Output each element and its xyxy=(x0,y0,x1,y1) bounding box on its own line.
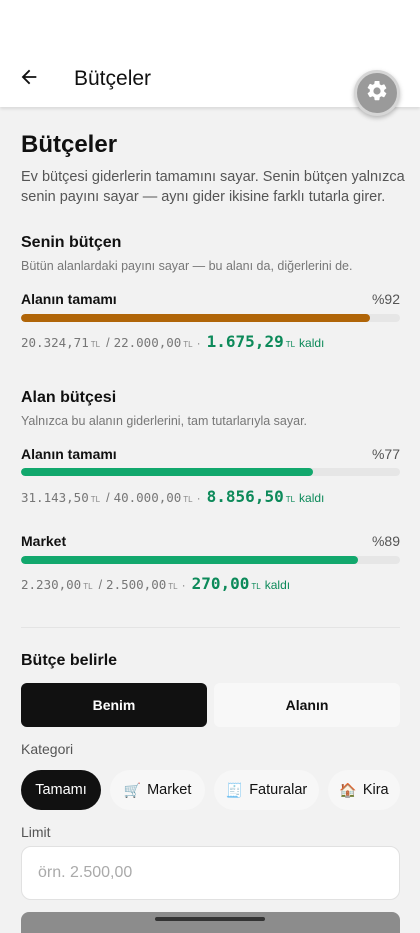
cart-icon: 🛒 xyxy=(123,781,142,798)
category-label: Kategori xyxy=(21,741,74,757)
back-button[interactable] xyxy=(14,64,44,94)
chip-label: Kira xyxy=(362,782,389,798)
submit-button[interactable] xyxy=(21,912,400,933)
currency-label: TL xyxy=(90,495,101,504)
chip-label: Market xyxy=(147,782,192,798)
currency-label: TL xyxy=(251,582,261,591)
category-chip-bills[interactable]: 🧾 Faturalar xyxy=(214,770,319,810)
budget-progress-fill xyxy=(21,468,313,476)
house-icon: 🏠 xyxy=(339,781,357,798)
limit-amount: 40.000,00 xyxy=(113,490,182,505)
page-title: Bütçeler xyxy=(21,131,118,158)
budget-row-percent: %89 xyxy=(371,533,400,549)
budget-row-percent: %92 xyxy=(371,291,400,307)
budget-amounts: 31.143,50 TL / 40.000,00 TL · 8.856,50 TL ka… xyxy=(21,487,325,506)
gesture-handle xyxy=(155,917,265,921)
space-budget-subtitle: Yalnızca bu alanın giderlerini, tam tuta… xyxy=(21,414,308,428)
currency-label: TL xyxy=(183,340,193,349)
space-budget-title: Alan bütçesi xyxy=(21,389,117,406)
currency-label: TL xyxy=(285,340,296,349)
currency-label: TL xyxy=(183,495,193,504)
personal-budget-title: Senin bütçen xyxy=(21,234,122,251)
limit-input[interactable] xyxy=(21,846,400,900)
limit-amount: 22.000,00 xyxy=(113,335,182,350)
category-chip-rent[interactable]: 🏠 Kira xyxy=(328,770,400,810)
content: Bütçeler Ev bütçesi giderlerin tamamını … xyxy=(0,107,420,933)
currency-label: TL xyxy=(83,582,93,591)
currency-label: TL xyxy=(90,340,101,349)
currency-label: TL xyxy=(285,495,296,504)
budget-row-percent: %77 xyxy=(371,446,400,462)
chip-label: Faturalar xyxy=(249,782,308,798)
segment-mine[interactable]: Benim xyxy=(21,683,207,727)
segment-space[interactable]: Alanın xyxy=(214,683,400,727)
arrow-left-icon xyxy=(18,66,40,93)
budget-progress-fill xyxy=(21,314,370,322)
category-chip-market[interactable]: 🛒 Market xyxy=(110,770,205,810)
budget-progress-bar xyxy=(21,556,400,564)
spent-amount: 31.143,50 xyxy=(21,490,89,505)
settings-button[interactable] xyxy=(354,70,400,116)
receipt-icon: 🧾 xyxy=(225,781,244,798)
budget-progress-bar xyxy=(21,314,400,322)
remaining-word: kaldı xyxy=(299,491,325,505)
spent-amount: 2.230,00 xyxy=(21,577,82,592)
intro-text: Ev bütçesi giderlerin tamamını sayar. Se… xyxy=(21,169,405,205)
remaining-word: kaldı xyxy=(299,336,325,350)
set-budget-title: Bütçe belirle xyxy=(21,652,118,669)
currency-label: TL xyxy=(168,582,178,591)
budget-row-label: Alanın tamamı xyxy=(21,291,117,307)
appbar-title: Bütçeler xyxy=(74,67,152,90)
budget-progress-fill xyxy=(21,556,359,564)
remaining-amount: 8.856,50 xyxy=(206,487,284,506)
gear-icon xyxy=(365,79,389,108)
divider xyxy=(21,627,400,628)
remaining-word: kaldı xyxy=(264,578,291,592)
budget-row-label: Alanın tamamı xyxy=(21,446,117,462)
budget-amounts: 2.230,00 TL / 2.500,00 TL · 270,00 TL kaldı xyxy=(21,574,291,593)
budget-progress-bar xyxy=(21,468,400,476)
remaining-amount: 270,00 xyxy=(191,574,250,593)
chip-label: Tamamı xyxy=(35,782,87,798)
limit-label: Limit xyxy=(21,824,51,840)
limit-amount: 2.500,00 xyxy=(106,577,167,592)
personal-budget-subtitle: Bütün alanlardaki payını sayar — bu alan… xyxy=(21,259,353,273)
category-chip-all[interactable]: Tamamı xyxy=(21,770,101,810)
remaining-amount: 1.675,29 xyxy=(206,332,284,351)
budget-amounts: 20.324,71 TL / 22.000,00 TL · 1.675,29 TL ka… xyxy=(21,332,325,351)
spent-amount: 20.324,71 xyxy=(21,335,89,350)
budget-row-label: Market xyxy=(21,533,67,549)
